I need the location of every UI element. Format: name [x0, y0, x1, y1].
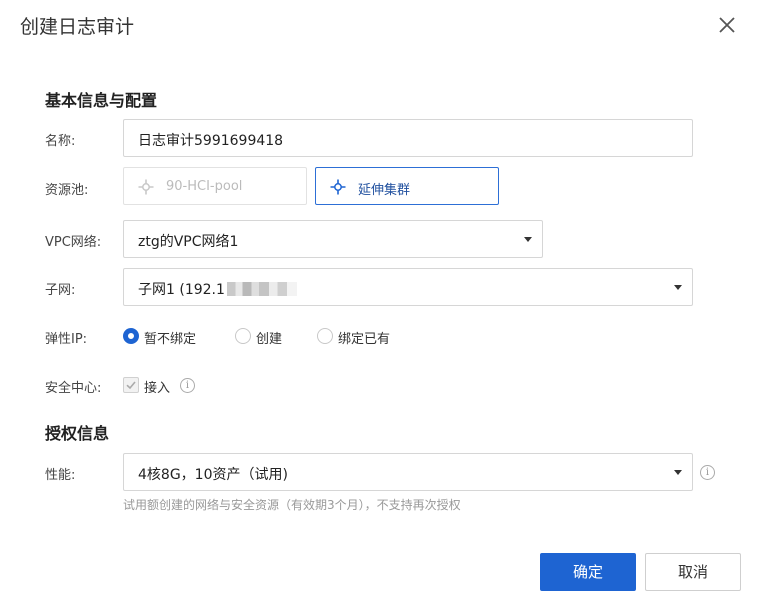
radio-dot	[123, 328, 139, 344]
dialog-title: 创建日志审计	[20, 16, 135, 38]
security-access-label: 接入	[144, 381, 171, 396]
radio-dot	[235, 328, 251, 344]
redacted-mask	[226, 282, 297, 296]
cluster-icon	[138, 179, 154, 195]
vpc-select[interactable]: ztg的VPC网络1	[123, 220, 543, 258]
name-field[interactable]: 日志审计5991699418	[123, 119, 693, 157]
info-icon[interactable]: i	[180, 378, 195, 393]
chevron-down-icon	[524, 237, 532, 242]
subnet-select[interactable]: 子网1 (192.1	[123, 268, 693, 306]
cluster-icon	[330, 179, 346, 195]
performance-select[interactable]: 4核8G，10资产（试用)	[123, 453, 693, 491]
subnet-label: 子网:	[45, 283, 76, 298]
radio-dot	[317, 328, 333, 344]
subnet-value-text: 子网1 (192.1	[138, 282, 225, 298]
vpc-label: VPC网络:	[45, 235, 102, 250]
info-icon[interactable]: i	[700, 465, 715, 480]
pool-option-label: 延伸集群	[358, 183, 411, 198]
pool-option-label: 90-HCI-pool	[166, 179, 243, 194]
subnet-select-value: 子网1 (192.1	[138, 279, 297, 299]
pool-label: 资源池:	[45, 183, 89, 198]
chevron-down-icon	[674, 470, 682, 475]
section-title-license: 授权信息	[45, 424, 110, 443]
chevron-down-icon	[674, 285, 682, 290]
cancel-button[interactable]: 取消	[645, 553, 741, 591]
create-log-audit-dialog: 创建日志审计 基本信息与配置 名称: 日志审计5991699418 资源池: 9…	[0, 0, 761, 610]
vpc-select-value: ztg的VPC网络1	[138, 234, 239, 250]
radio-label: 绑定已有	[338, 332, 391, 347]
section-title-basic: 基本信息与配置	[45, 91, 158, 110]
pool-option-90-hci-pool: 90-HCI-pool	[123, 167, 307, 205]
radio-label: 创建	[256, 332, 283, 347]
name-field-value: 日志审计5991699418	[138, 133, 284, 149]
security-label: 安全中心:	[45, 381, 102, 396]
performance-select-value: 4核8G，10资产（试用)	[138, 467, 288, 483]
pool-option-stretched-cluster[interactable]: 延伸集群	[315, 167, 499, 205]
confirm-button[interactable]: 确定	[540, 553, 636, 591]
name-label: 名称:	[45, 134, 76, 149]
perf-label: 性能:	[45, 468, 76, 483]
radio-label: 暂不绑定	[144, 332, 197, 347]
eip-label: 弹性IP:	[45, 332, 88, 347]
security-access-checkbox	[123, 377, 139, 393]
close-icon[interactable]	[716, 14, 738, 36]
trial-help-text: 试用额创建的网络与安全资源（有效期3个月），不支持再次授权	[123, 498, 461, 512]
